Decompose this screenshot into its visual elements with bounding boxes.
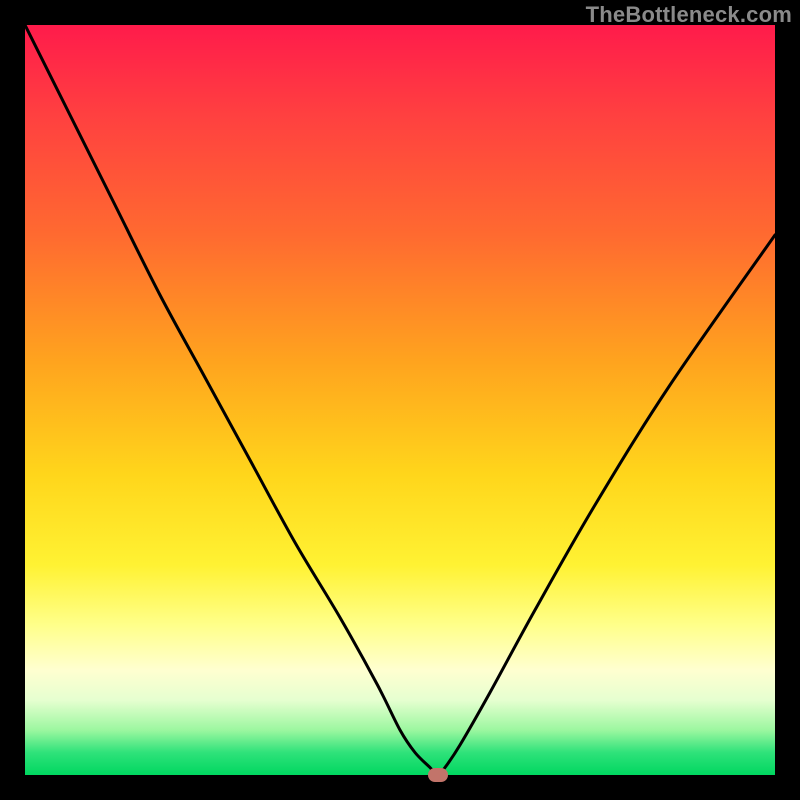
plot-area [25,25,775,775]
chart-frame: TheBottleneck.com [0,0,800,800]
optimal-point-marker [428,768,448,782]
bottleneck-curve [25,25,775,775]
